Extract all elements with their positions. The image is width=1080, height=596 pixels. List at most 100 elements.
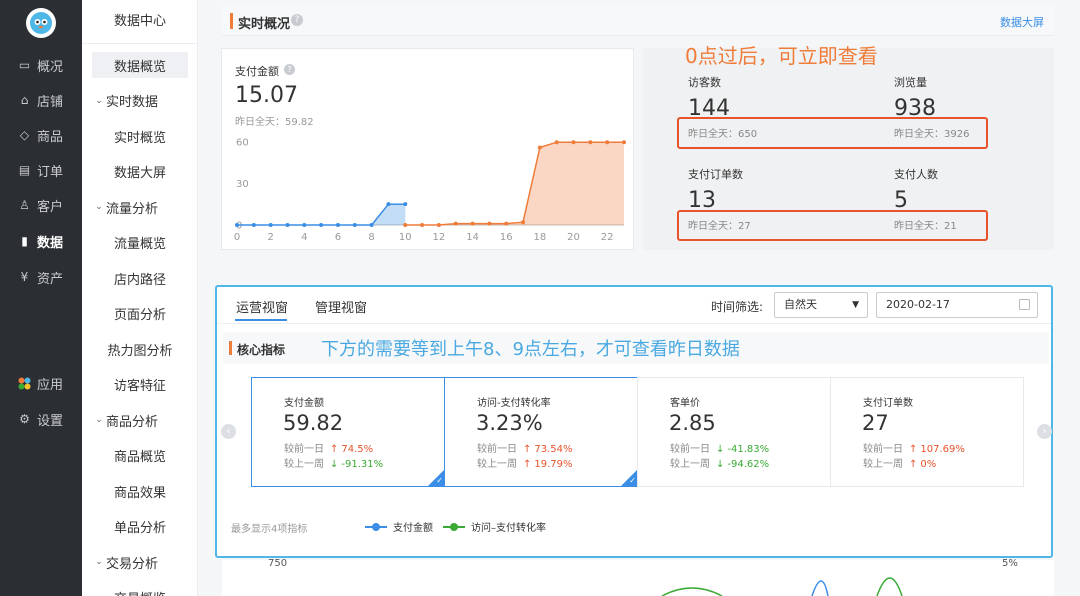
sidebar-item-3[interactable]: 数据大屏: [92, 159, 188, 185]
sidebar-item-5[interactable]: 流量概览: [92, 230, 188, 256]
calendar-icon[interactable]: [1019, 299, 1030, 310]
sidebar-item-12[interactable]: 商品效果: [92, 478, 188, 504]
sidebar-item-1[interactable]: ⌄ 实时数据: [92, 88, 188, 114]
data-point: [588, 140, 593, 145]
sidebar-item-label: 商品效果: [113, 485, 166, 501]
comparison-value: 74.5%: [341, 444, 374, 455]
sidebar-item-14[interactable]: ⌄ 交易分析: [92, 549, 188, 575]
metric-label: 支付金额: [284, 398, 324, 409]
metric-card[interactable]: 支付订单数 27 较前一日 ↑ 107.69% 较上一周 ↑ 0%: [830, 377, 1024, 487]
arrow-down-icon: ↓: [330, 459, 339, 470]
metric-label: 访问-支付转化率: [477, 398, 551, 409]
legend-item[interactable]: 支付金额: [365, 519, 433, 534]
next-metrics-button[interactable]: ›: [1037, 424, 1052, 439]
chevron-down-icon[interactable]: ⌄: [92, 202, 106, 212]
arrow-down-icon: ↓: [716, 459, 725, 470]
nav-item-3[interactable]: ▤ 订单: [0, 155, 82, 185]
payment-amount-card: 支付金额 ? 15.07 昨日全天：59.82 0 30 60 0 2 4 6 8 10 12 14…: [221, 48, 634, 250]
arrow-up-icon: ↑: [523, 459, 532, 470]
prev-metrics-button[interactable]: ‹: [221, 424, 236, 439]
x-tick-label: 2: [267, 232, 273, 243]
active-tab-indicator: [235, 319, 287, 321]
date-input[interactable]: 2020-02-17: [876, 292, 1038, 318]
sidebar-item-label: 数据概览: [113, 59, 166, 75]
caret-down-icon: ▼: [852, 300, 859, 310]
data-screen-link[interactable]: 数据大屏: [1000, 14, 1044, 30]
tab-management-view[interactable]: 管理视窗: [315, 297, 367, 316]
sidebar-item-9[interactable]: 访客特征: [92, 372, 188, 398]
realtime-header: 实时概况 ? 数据大屏: [222, 6, 1054, 36]
help-icon[interactable]: ?: [291, 14, 303, 26]
arrow-up-icon: ↑: [330, 444, 339, 455]
week-over-week: 较上一周 ↑ 19.79%: [477, 455, 573, 470]
metric-label: 支付订单数: [863, 398, 913, 409]
nav-item-0[interactable]: ▭ 概况: [0, 50, 82, 80]
x-tick-label: 10: [399, 232, 412, 243]
x-tick-label: 0: [234, 232, 240, 243]
sidebar-item-4[interactable]: ⌄ 流量分析: [92, 194, 188, 220]
core-header: 核心指标 下方的需要等到上午8、9点左右，才可查看昨日数据: [223, 332, 1049, 364]
trend-line-segment: [876, 577, 903, 596]
sidebar-item-13[interactable]: 单品分析: [92, 514, 188, 540]
nav-item-label: 客户: [37, 199, 64, 215]
x-tick-label: 18: [534, 232, 547, 243]
realtime-stats-card: 0点过后，可立即查看 访客数 144 昨日全天：650 浏览量 938 昨日全天：3926…: [643, 44, 1054, 250]
legend-item[interactable]: 访问–支付转化率: [443, 519, 546, 534]
data-point: [319, 223, 324, 227]
x-tick-label: 12: [433, 232, 446, 243]
tag-icon: ◇: [19, 128, 30, 142]
stat-label: 支付订单数: [688, 168, 743, 181]
nav-item-7[interactable]: 应用: [0, 368, 82, 398]
sidebar-item-11[interactable]: 商品概览: [92, 443, 188, 469]
comparison-value: -41.83%: [727, 444, 770, 455]
period-select[interactable]: 自然天 ▼: [774, 292, 868, 318]
monitor-icon: ▭: [18, 58, 31, 72]
nav-item-1[interactable]: ⌂ 店铺: [0, 85, 82, 115]
legend-label: 支付金额: [393, 523, 433, 534]
core-title: 核心指标: [237, 343, 286, 357]
app-root: ▭ 概况 ⌂ 店铺 ◇ 商品 ▤ 订单 ♙ 客户 ▮ 数据 ¥ 资产 应用 ⚙ 设置 数据中心 数据概览 ⌄ 实时数…: [0, 0, 1080, 596]
arrow-up-icon: ↑: [909, 444, 918, 455]
metric-card[interactable]: 客单价 2.85 较前一日 ↓ -41.83% 较上一周 ↓ -94.62%: [637, 377, 831, 487]
sidebar-item-15[interactable]: 交易概览: [92, 585, 188, 596]
arrow-up-icon: ↑: [523, 444, 532, 455]
nav-item-5[interactable]: ▮ 数据: [0, 226, 82, 256]
chevron-down-icon[interactable]: ⌄: [92, 96, 106, 106]
sidebar-item-7[interactable]: 页面分析: [92, 301, 188, 327]
x-tick-label: 16: [500, 232, 513, 243]
sidebar-item-6[interactable]: 店内路径: [92, 265, 188, 291]
sidebar-item-0[interactable]: 数据概览: [92, 52, 188, 78]
nav-item-6[interactable]: ¥ 资产: [0, 262, 82, 292]
data-point: [571, 140, 576, 145]
chevron-down-icon[interactable]: ⌄: [92, 557, 106, 567]
store-icon: ⌂: [20, 93, 29, 107]
nav-item-label: 店铺: [37, 94, 64, 110]
nav-item-2[interactable]: ◇ 商品: [0, 120, 82, 150]
logo[interactable]: [26, 8, 56, 38]
arrow-up-icon: ↑: [909, 459, 918, 470]
data-point: [470, 221, 475, 226]
data-point: [403, 202, 408, 207]
metric-card[interactable]: 支付金额 59.82 较前一日 ↑ 74.5% 较上一周 ↓ -91.31% ✓: [251, 377, 445, 487]
payment-amount-yesterday: 昨日全天：59.82: [235, 117, 314, 128]
x-tick-label: 20: [567, 232, 580, 243]
trend-chart-lines: [661, 577, 903, 596]
nav-item-label: 资产: [37, 271, 64, 287]
nav-item-8[interactable]: ⚙ 设置: [0, 404, 82, 434]
sidebar-item-8[interactable]: 热力图分析: [92, 336, 188, 362]
chevron-down-icon[interactable]: ⌄: [92, 415, 106, 425]
metric-card[interactable]: 访问-支付转化率 3.23% 较前一日 ↑ 73.54% 较上一周 ↑ 19.79% ✓: [444, 377, 638, 487]
metric-value: 2.85: [669, 411, 716, 435]
nav-item-4[interactable]: ♙ 客户: [0, 190, 82, 220]
time-filter-label: 时间筛选:: [711, 300, 764, 314]
x-tick-label: 14: [466, 232, 479, 243]
comparison-label: 较前一日: [284, 444, 324, 455]
tab-operations-view[interactable]: 运营视窗: [236, 297, 288, 316]
comparison-value: -94.62%: [727, 459, 770, 470]
comparison-label: 较前一日: [863, 444, 903, 455]
data-point: [251, 223, 256, 227]
sidebar-item-10[interactable]: ⌄ 商品分析: [92, 407, 188, 433]
help-icon[interactable]: ?: [284, 64, 295, 75]
sidebar-item-label: 店内路径: [113, 272, 166, 288]
sidebar-item-2[interactable]: 实时概览: [92, 123, 188, 149]
